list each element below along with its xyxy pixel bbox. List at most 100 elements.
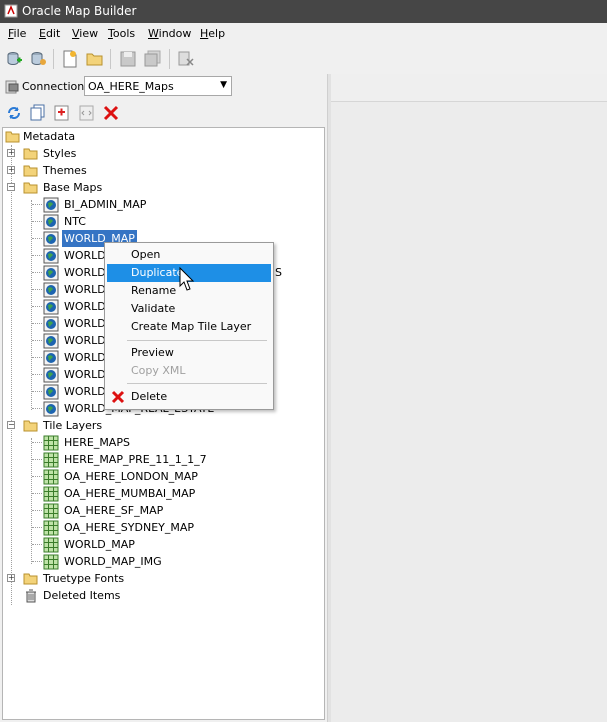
menu-tools[interactable]: Tools (108, 27, 135, 40)
tree-node-label: WORLD_MAP (64, 538, 135, 551)
tree-guide (32, 459, 42, 460)
tree-guide (32, 544, 42, 545)
refresh-icon[interactable] (5, 104, 23, 122)
tile-grid-icon (43, 435, 59, 451)
tree-node-truetype-fonts[interactable]: + Truetype Fonts (3, 570, 323, 587)
new-connection-icon[interactable] (5, 50, 23, 68)
globe-map-icon (43, 384, 59, 400)
tree-node-label: OA_HERE_SYDNEY_MAP (64, 521, 195, 534)
expand-icon[interactable]: + (7, 149, 15, 157)
tree-guide (32, 374, 42, 375)
tree-node-tile-layer[interactable]: OA_HERE_SYDNEY_MAP (3, 519, 323, 536)
tree-node-tile-layer[interactable]: OA_HERE_MUMBAI_MAP (3, 485, 323, 502)
oracle-app-icon (4, 4, 18, 18)
tree-guide (32, 391, 42, 392)
window-title: Oracle Map Builder (22, 4, 137, 18)
open-folder-icon[interactable] (86, 50, 104, 68)
tree-guide (32, 442, 42, 443)
expand-icon[interactable]: + (7, 166, 15, 174)
tree-node-label: OA_HERE_LONDON_MAP (64, 470, 198, 483)
tree-node-themes[interactable]: + Themes (3, 162, 323, 179)
tree-node-tile-layer[interactable]: HERE_MAPS (3, 434, 323, 451)
editor-area (331, 74, 607, 722)
globe-map-icon (43, 248, 59, 264)
tree-node-tile-layers[interactable]: − Tile Layers (3, 417, 323, 434)
folder-open-icon (23, 420, 38, 432)
copy-icon[interactable] (29, 104, 47, 122)
tree-node-tile-layer[interactable]: WORLD_MAP (3, 536, 323, 553)
tile-grid-icon (43, 537, 59, 553)
tree-guide (32, 357, 42, 358)
delete-icon[interactable] (102, 104, 120, 122)
menu-item-delete[interactable]: Delete (107, 388, 271, 406)
tree-guide (32, 255, 42, 256)
globe-map-icon (43, 367, 59, 383)
title-bar: Oracle Map Builder (0, 0, 607, 23)
toolbar-separator (53, 49, 54, 69)
tree-node-label: HERE_MAP_PRE_11_1_1_7 (64, 453, 207, 466)
trash-icon (26, 589, 36, 603)
tree-guide (32, 221, 42, 222)
tree-node-tile-layer[interactable]: OA_HERE_LONDON_MAP (3, 468, 323, 485)
menu-item-open[interactable]: Open (107, 246, 271, 264)
globe-map-icon (43, 299, 59, 315)
tree-node-label: HERE_MAPS (64, 436, 130, 449)
new-file-icon[interactable] (61, 50, 79, 68)
tile-grid-icon (43, 486, 59, 502)
tree-node-tile-layer[interactable]: OA_HERE_SF_MAP (3, 502, 323, 519)
globe-map-icon (43, 214, 59, 230)
save-icon[interactable] (119, 50, 137, 68)
globe-map-icon (43, 316, 59, 332)
metadata-tree[interactable]: Metadata + Styles + Themes − Base Maps B… (2, 127, 325, 720)
tree-node-base-map[interactable]: BI_ADMIN_MAP (3, 196, 323, 213)
tree-guide (32, 306, 42, 307)
menu-view[interactable]: View (72, 27, 98, 40)
menu-item-preview[interactable]: Preview (107, 344, 271, 362)
xml-icon[interactable] (78, 104, 96, 122)
tree-node-label: NTC (64, 215, 86, 228)
folder-icon (23, 165, 38, 177)
connection-label: Connection: (22, 80, 88, 93)
tile-grid-icon (43, 554, 59, 570)
new-item-icon[interactable] (53, 104, 71, 122)
tree-guide (32, 340, 42, 341)
connection-dropdown[interactable]: OA_HERE_Maps ▼ (84, 76, 232, 96)
tree-node-deleted-items[interactable]: Deleted Items (3, 587, 323, 604)
menu-item-copy-xml: Copy XML (131, 364, 186, 377)
tree-guide (32, 561, 42, 562)
clear-cache-icon[interactable] (177, 50, 195, 68)
tree-node-metadata[interactable]: Metadata (3, 128, 323, 145)
collapse-icon[interactable]: − (7, 183, 15, 191)
tree-node-label: OA_HERE_SF_MAP (64, 504, 164, 517)
menu-window[interactable]: Window (148, 27, 191, 40)
menu-edit[interactable]: Edit (39, 27, 60, 40)
save-all-icon[interactable] (144, 50, 162, 68)
globe-map-icon (43, 350, 59, 366)
tree-guide (32, 204, 42, 205)
tree-node-styles[interactable]: + Styles (3, 145, 323, 162)
connection-properties-icon[interactable] (29, 50, 47, 68)
tile-grid-icon (43, 452, 59, 468)
tree-node-label: BI_ADMIN_MAP (64, 198, 147, 211)
tree-node-tile-layer[interactable]: WORLD_MAP_IMG (3, 553, 323, 570)
tree-node-tile-layer[interactable]: HERE_MAP_PRE_11_1_1_7 (3, 451, 323, 468)
folder-icon (23, 148, 38, 160)
tree-guide (32, 476, 42, 477)
menu-item-validate[interactable]: Validate (107, 300, 271, 318)
expand-icon[interactable]: + (7, 574, 15, 582)
tree-node-base-map[interactable]: NTC (3, 213, 323, 230)
menu-item-create-map-tile-layer[interactable]: Create Map Tile Layer (107, 318, 271, 336)
toolbar-separator (110, 49, 111, 69)
folder-icon (23, 573, 38, 585)
tree-node-label: OA_HERE_MUMBAI_MAP (64, 487, 196, 500)
menu-help[interactable]: Help (200, 27, 225, 40)
tree-guide (32, 272, 42, 273)
connection-icon (5, 80, 19, 94)
chevron-down-icon: ▼ (220, 80, 227, 90)
tree-node-base-maps[interactable]: − Base Maps (3, 179, 323, 196)
tree-guide (32, 527, 42, 528)
editor-header (331, 74, 607, 102)
collapse-icon[interactable]: − (7, 421, 15, 429)
folder-open-icon (23, 182, 38, 194)
menu-file[interactable]: File (8, 27, 26, 40)
